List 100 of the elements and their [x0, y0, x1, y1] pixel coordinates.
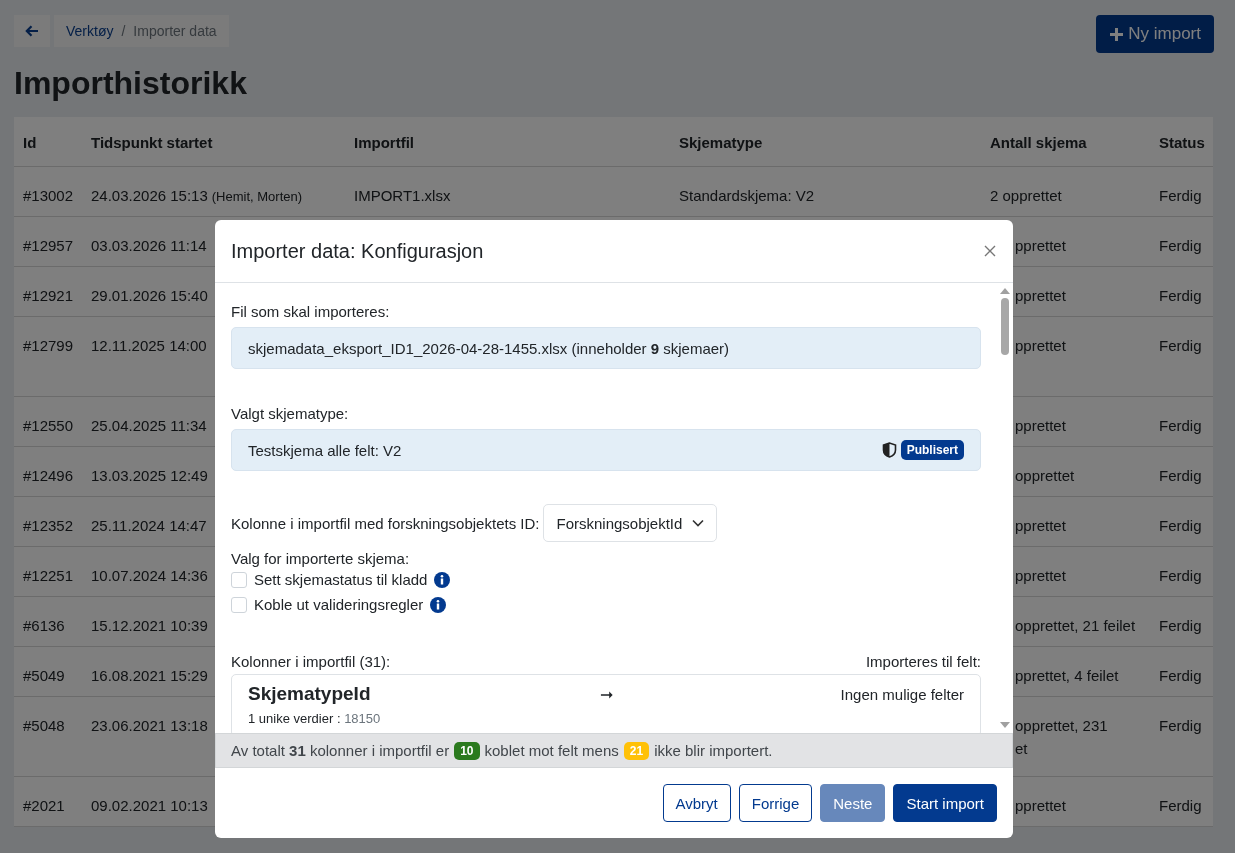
count-badge: 10: [454, 741, 480, 760]
field-label: Kolonne i importfil med forskningsobjektets ID:: [231, 514, 540, 532]
table-cell-text: Ferdig: [1159, 186, 1202, 206]
breadcrumb-current: Importer data: [133, 23, 217, 39]
table-cell-text: #5049: [23, 666, 65, 686]
table-cell-text: pprettet: [1015, 336, 1066, 356]
new-import-button[interactable]: Ny import: [1096, 15, 1214, 53]
table-cell-text: 09.02.2021 10:13: [91, 796, 208, 816]
table-cell-text: Ferdig: [1159, 336, 1202, 356]
table-cell-text: Ferdig: [1159, 566, 1202, 586]
table-cell-text: Ferdig: [1159, 286, 1202, 306]
table-cell-text: 12.11.2025 14:00: [91, 336, 207, 356]
table-cell-text: 24.03.2026 15:13 (Hemit, Morten): [91, 186, 303, 206]
scroll-thumb[interactable]: [1001, 298, 1009, 355]
outline-button[interactable]: Forrige: [738, 784, 813, 822]
column-header: Tidspunkt startet: [90, 133, 214, 153]
field-label: Fil som skal importeres:: [231, 303, 391, 320]
table-cell-text: pprettet: [1015, 566, 1066, 586]
table-cell-text: Ferdig: [1159, 616, 1202, 636]
shield-icon: [881, 442, 897, 458]
field-label: Valg for importerte skjema:: [231, 550, 411, 567]
plus-icon: [1109, 26, 1125, 42]
breadcrumb-separator: /: [121, 23, 126, 39]
table-cell-text: Ferdig: [1159, 796, 1202, 816]
column-header: Antall skjema: [989, 133, 1088, 153]
table-cell-text: opprettet, 21 feilet: [1015, 616, 1136, 636]
id-column-select[interactable]: ForskningsobjektId: [543, 504, 718, 542]
column-name: SkjematypeId: [248, 683, 372, 705]
modal-title: Importer data: Konfigurasjon: [231, 239, 484, 263]
column-header: Status: [1158, 133, 1206, 153]
count-badge: 21: [623, 741, 650, 760]
summary-text: ikke blir importert.: [654, 742, 773, 759]
unique-values-label: 1 unike verdier :: [248, 711, 341, 726]
arrow-glyph: ➞: [599, 684, 613, 704]
checkbox[interactable]: [231, 571, 247, 588]
table-cell-text: 15.12.2021 10:39: [91, 616, 208, 636]
table-cell-text: Ferdig: [1159, 716, 1202, 736]
table-cell-text: opprettet, 231: [1015, 716, 1108, 736]
table-cell-text: #12550: [23, 416, 74, 436]
table-cell-text: et: [1015, 739, 1028, 760]
table-cell-text: pprettet, 4 feilet: [1015, 666, 1119, 686]
scroll-up-icon: [1000, 287, 1010, 294]
scroll-down-icon: [1000, 722, 1010, 729]
status-badge: Publisert: [900, 440, 964, 460]
chevron-down-icon: [692, 519, 705, 527]
table-cell-text: Ferdig: [1159, 666, 1202, 686]
column-header: Id: [22, 133, 38, 153]
table-cell-text: opprettet: [1015, 466, 1075, 486]
table-cell-text: 16.08.2021 15:29: [91, 666, 208, 686]
table-cell-text: #12251: [23, 566, 74, 586]
table-cell-text: #12921: [23, 286, 74, 306]
table-cell-text: pprettet: [1015, 236, 1066, 256]
table-cell-text: pprettet: [1015, 416, 1066, 436]
breadcrumb-link[interactable]: Verktøy: [66, 23, 114, 39]
table-cell-text: 03.03.2026 11:14: [91, 236, 207, 256]
table-cell-text: pprettet: [1015, 516, 1066, 536]
table-cell-text: #13002: [23, 186, 74, 206]
table-cell-text: Ferdig: [1159, 236, 1202, 256]
table-cell-text: 13.03.2025 12:49: [91, 466, 208, 486]
table-cell-text: Ferdig: [1159, 466, 1202, 486]
summary-text: koblet mot felt mens: [484, 742, 619, 759]
table-cell-text: Ferdig: [1159, 416, 1202, 436]
table-cell-text: #12352: [23, 516, 74, 536]
primary-button[interactable]: Start import: [893, 784, 997, 822]
field-label: Valgt skjematype:: [231, 405, 350, 422]
column-header: Skjematype: [678, 133, 764, 153]
table-cell-text: #2021: [23, 796, 65, 816]
outline-button[interactable]: Avbryt: [662, 784, 731, 822]
back-arrow-icon: [25, 24, 39, 38]
table-cell-text: #12957: [23, 236, 74, 256]
table-cell-text: 23.06.2021 13:18: [91, 716, 208, 736]
table-cell-text: pprettet: [1015, 286, 1066, 306]
target-field: Ingen mulige felter: [840, 685, 964, 703]
info-icon: [430, 596, 447, 613]
table-cell-text: 29.01.2026 15:40: [91, 286, 208, 306]
checkbox[interactable]: [231, 596, 247, 613]
unique-values: 18150: [344, 711, 381, 726]
table-cell-text: #12496: [23, 466, 74, 486]
table-cell-text: Ferdig: [1159, 516, 1202, 536]
column-header: Importfil: [353, 133, 415, 153]
table-cell-text: 2 opprettet: [990, 186, 1062, 206]
checkbox-label: Sett skjemastatus til kladd: [254, 571, 428, 588]
table-cell-text: 10.07.2024 14:36: [91, 566, 208, 586]
checkbox-label: Koble ut valideringsregler: [254, 596, 424, 613]
page-title: Importhistorikk: [14, 65, 248, 102]
close-button[interactable]: [983, 244, 997, 258]
summary-text: Av totalt 31 kolonner i importfil er: [231, 742, 450, 759]
close-icon: [983, 244, 997, 258]
table-cell-text: #12799: [23, 336, 74, 356]
file-name: skjemadata_eksport_ID1_2026-04-28-1455.xlsx (inneholder 9 skjemaer): [248, 339, 730, 357]
table-cell-text: Standardskjema: V2: [679, 186, 815, 206]
table-cell-text: pprettet: [1015, 796, 1066, 816]
info-icon: [434, 571, 451, 588]
table-cell-text: 25.11.2024 14:47: [91, 516, 207, 536]
table-cell-text: #6136: [23, 616, 65, 636]
field-label: Kolonner i importfil (31):: [231, 653, 391, 670]
table-cell-text: #5048: [23, 716, 65, 736]
table-cell-text: IMPORT1.xlsx: [354, 186, 451, 206]
back-button[interactable]: [14, 15, 50, 47]
table-cell-text: 25.04.2025 11:34: [91, 416, 207, 436]
